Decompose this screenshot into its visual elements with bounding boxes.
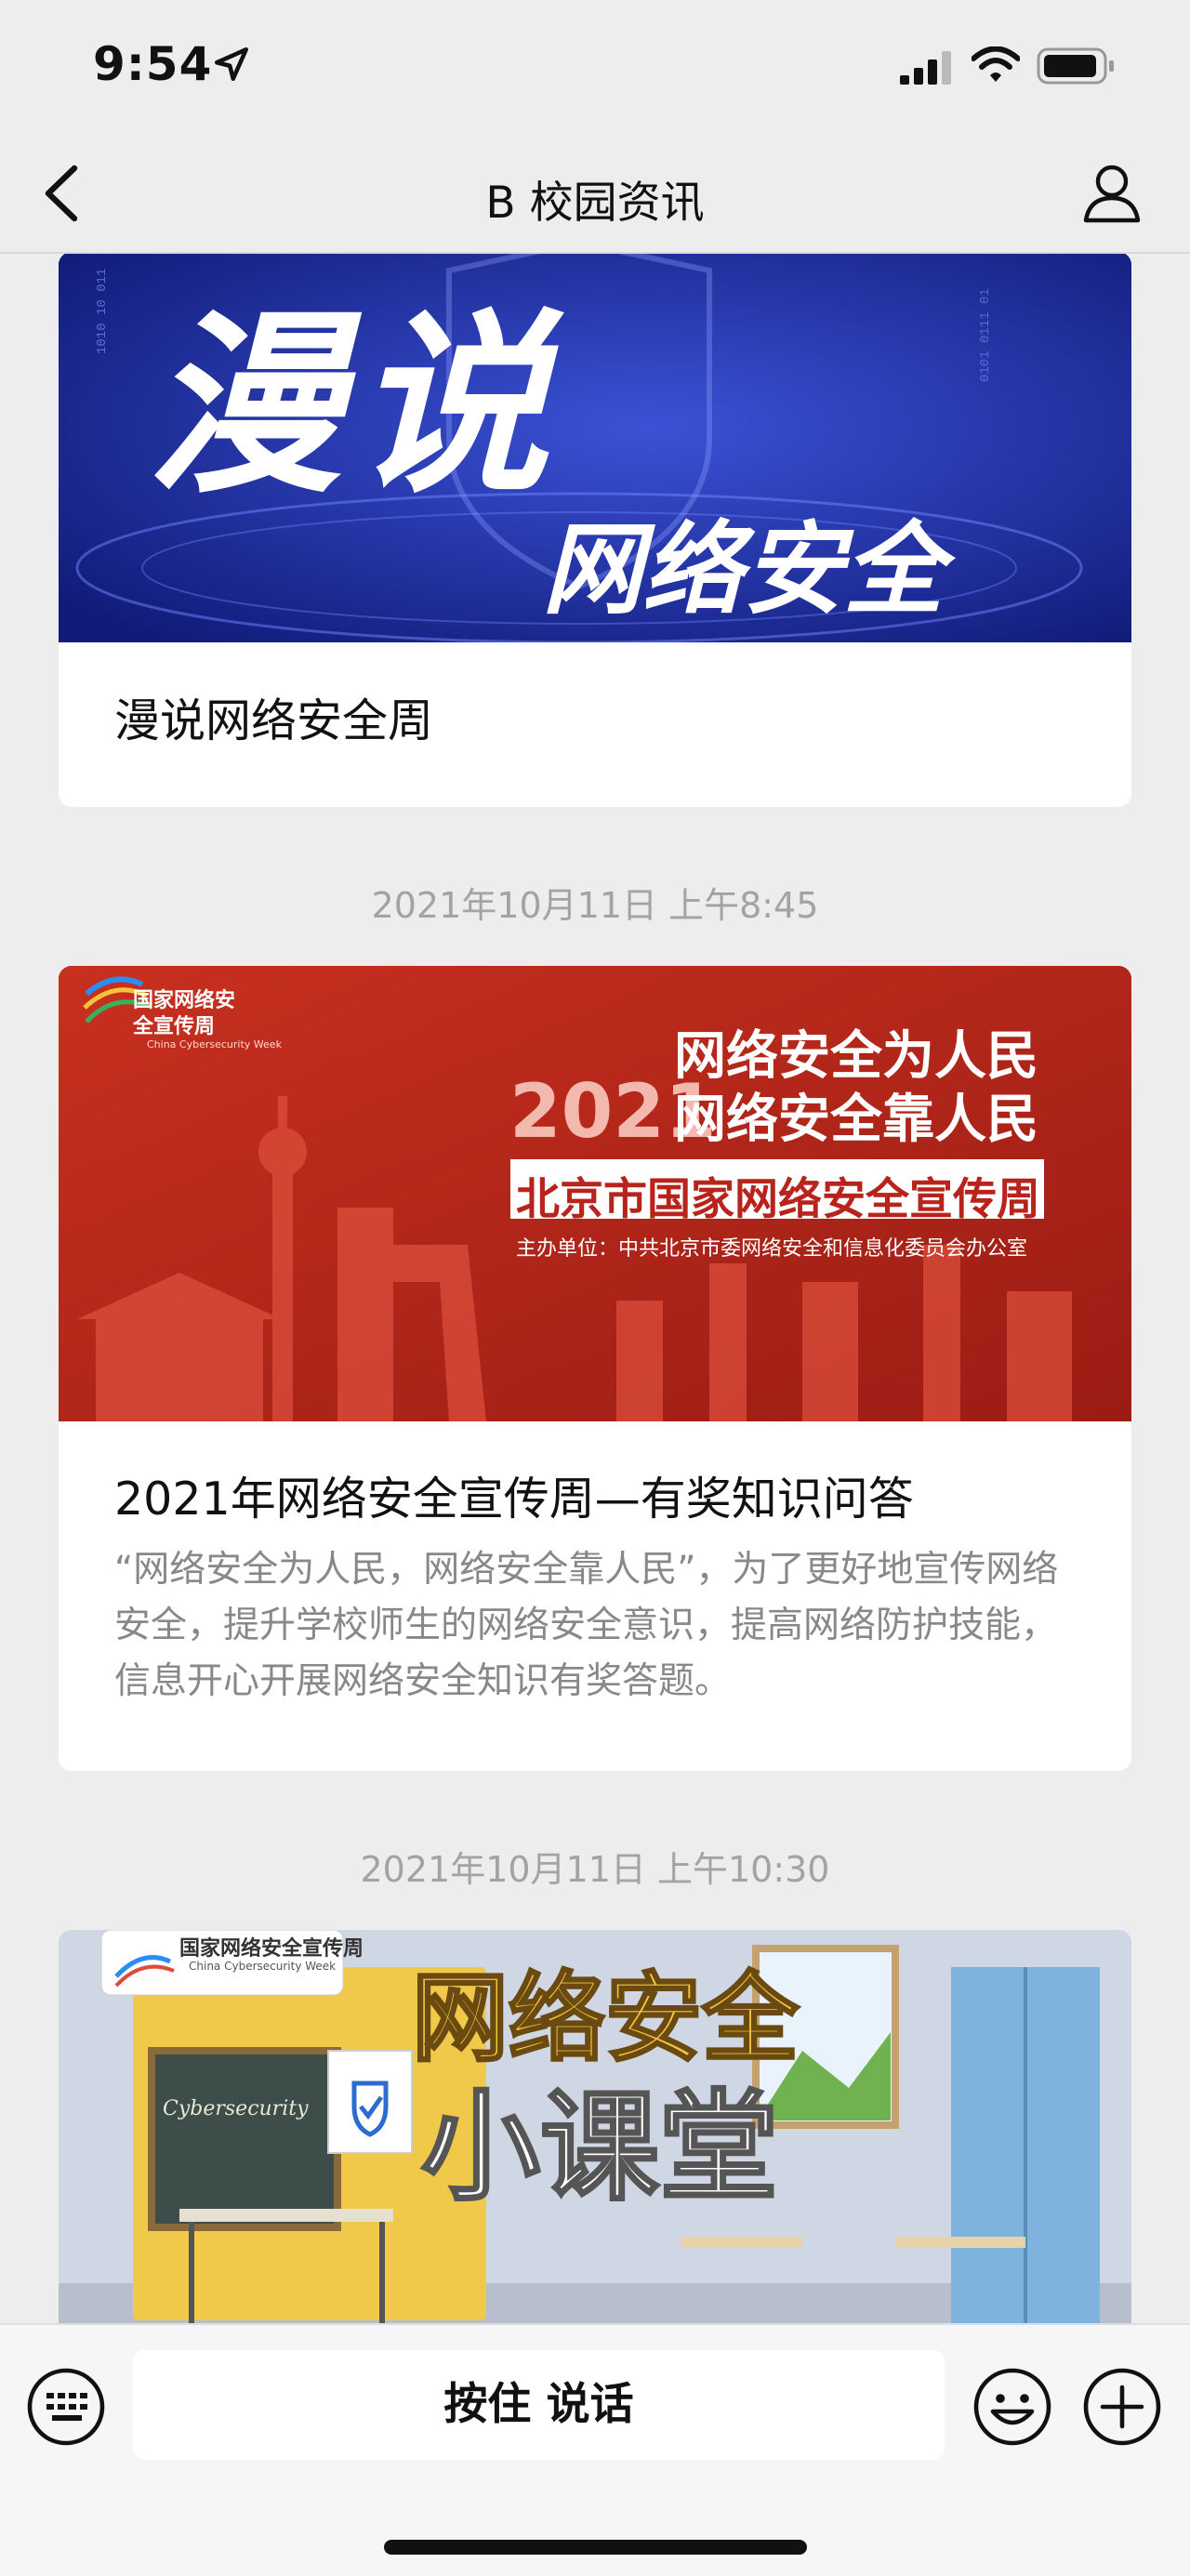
article-banner: 国家网络安全宣传周 China Cybersecurity Week 网络安全 … — [59, 1930, 1131, 2323]
status-time: 9:54 — [93, 37, 213, 91]
article-card[interactable]: 国家网络安全宣传周 China Cybersecurity Week 网络安全 … — [59, 1930, 1131, 2323]
banner-big-text: 漫说 — [147, 292, 561, 520]
article-card[interactable]: 国家网络安全宣传周 China Cybersecurity Week 2021 … — [59, 966, 1131, 1771]
banner-logo-text: 国家网络安全宣传周 — [133, 989, 236, 1038]
svg-text:0101 0111 01: 0101 0111 01 — [978, 288, 993, 382]
article-title: 2021年网络安全宣传周—有奖知识问答 — [114, 1473, 914, 1526]
keyboard-icon[interactable] — [26, 2367, 106, 2447]
banner-board-text: Cybersecurity — [163, 2097, 309, 2120]
timestamp: 2021年10月11日 上午10:30 — [360, 1849, 830, 1890]
location-arrow-icon — [214, 46, 249, 82]
banner-slogan-2: 网络安全靠人民 — [674, 1089, 1038, 1150]
emoji-icon[interactable] — [972, 2367, 1052, 2447]
timestamp: 2021年10月11日 上午8:45 — [371, 885, 819, 926]
input-bar: 按住 说话 — [0, 2323, 1190, 2576]
hold-to-talk-button[interactable]: 按住 说话 — [133, 2350, 945, 2460]
message-feed[interactable]: 1010 10 011 0101 0111 01 漫说 网络安全 漫说网络安全周… — [0, 254, 1190, 2323]
article-banner: 1010 10 011 0101 0111 01 漫说 网络安全 — [59, 254, 1131, 642]
banner-logo-text: 国家网络安全宣传周 — [179, 1937, 364, 1961]
page-title: B 校园资讯 — [485, 178, 705, 229]
profile-icon[interactable] — [1080, 161, 1144, 224]
signal-icon — [900, 51, 951, 85]
nav-bar: B 校园资讯 — [0, 135, 1190, 254]
article-banner: 国家网络安全宣传周 China Cybersecurity Week 2021 … — [59, 966, 1131, 1421]
article-card[interactable]: 1010 10 011 0101 0111 01 漫说 网络安全 漫说网络安全周 — [59, 254, 1131, 807]
banner-event: 北京市国家网络安全宣传周 — [516, 1174, 1040, 1225]
home-indicator — [384, 2540, 807, 2555]
plus-icon[interactable] — [1082, 2367, 1162, 2447]
banner-logo-en: China Cybersecurity Week — [147, 1038, 282, 1050]
article-title: 漫说网络安全周 — [114, 694, 434, 747]
banner-host: 主办单位：中共北京市委网络安全和信息化委员会办公室 — [516, 1237, 1028, 1261]
article-description: “网络安全为人民，网络安全靠人民”，为了更好地宣传网络安全，提升学校师生的网络安… — [114, 1549, 1059, 1702]
wifi-icon — [972, 46, 1020, 82]
banner-sub-text: 网络安全 — [542, 512, 945, 628]
banner-line-2: 小课堂 — [419, 2078, 779, 2219]
status-bar: 9:54 — [0, 0, 1190, 135]
banner-logo-en: China Cybersecurity Week — [189, 1960, 337, 1973]
svg-text:1010 10 011: 1010 10 011 — [95, 269, 110, 354]
battery-icon — [1037, 47, 1114, 85]
